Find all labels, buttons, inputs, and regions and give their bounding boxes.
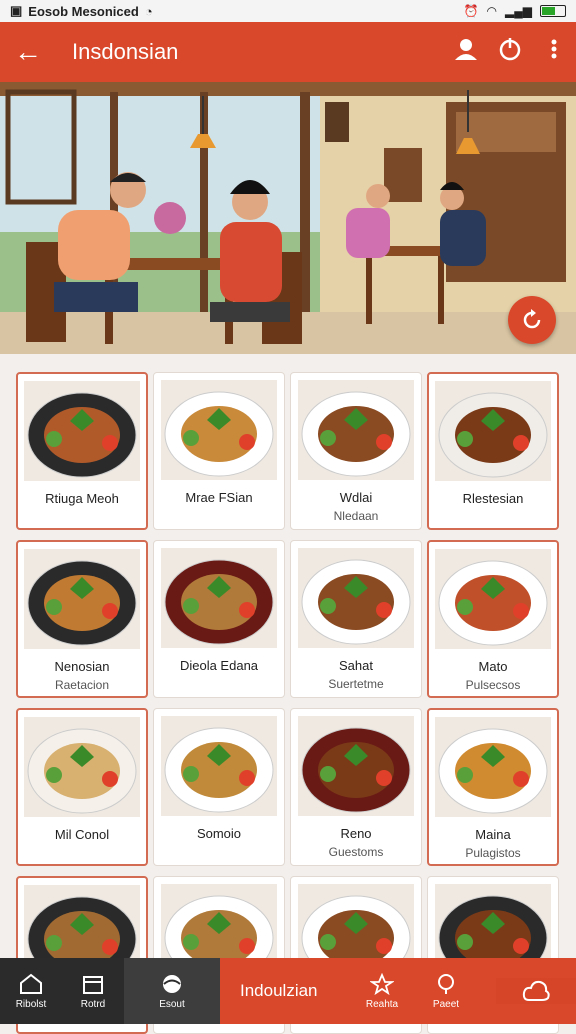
power-button[interactable] — [488, 36, 532, 68]
home-icon — [20, 973, 42, 994]
dish-image — [24, 717, 140, 817]
app-bar: ← Insdonsian — [0, 22, 576, 82]
dish-image — [298, 548, 414, 648]
user-icon — [455, 39, 477, 60]
dish-subtitle: Pulagistos — [465, 846, 521, 860]
dish-card[interactable]: Wdlai Nledaan — [290, 372, 422, 530]
dish-image — [435, 549, 551, 649]
refresh-button[interactable] — [508, 296, 556, 344]
dish-name: Dieola Edana — [179, 658, 259, 673]
dish-image — [298, 716, 414, 816]
dish-card[interactable]: Reno Guestoms — [290, 708, 422, 866]
dish-name: Reno — [340, 826, 372, 841]
dish-card[interactable]: Rtiuga Meoh — [16, 372, 148, 530]
dish-name: Rtiuga Meoh — [45, 491, 119, 506]
profile-button[interactable] — [444, 36, 488, 68]
nav-label-globe: Esout — [159, 998, 185, 1010]
status-right: ⏰ ◠ ▂▄▆ — [464, 4, 566, 18]
power-icon — [499, 38, 521, 61]
dish-card[interactable]: Rlestesian — [427, 372, 559, 530]
alarm-icon: ⏰ — [463, 4, 479, 18]
status-text: Eosob Mesoniced — [28, 3, 139, 19]
nav-item-cloud[interactable] — [496, 978, 576, 1004]
dish-card[interactable]: Mato Pulsecsos — [427, 540, 559, 698]
dish-name: Mato — [478, 659, 508, 674]
nav-label-pin: Paeet — [432, 998, 460, 1010]
nav-label-star: Reahta — [365, 998, 399, 1010]
signal-icon: ▂▄▆ — [505, 4, 532, 18]
dish-card[interactable]: Nenosian Raetacion — [16, 540, 148, 698]
dish-image — [435, 381, 551, 481]
wifi-icon: ◠ — [486, 4, 498, 18]
dish-name: Maina — [475, 827, 511, 842]
more-button[interactable] — [532, 36, 576, 68]
refresh-icon — [523, 309, 541, 329]
star-icon — [370, 972, 394, 995]
dish-name: Wdlai — [339, 490, 373, 505]
globe-icon — [163, 974, 181, 993]
dish-image — [161, 380, 277, 480]
dish-card[interactable]: Maina Pulagistos — [427, 708, 559, 866]
nav-item-star[interactable]: Reahta — [350, 972, 414, 1010]
dish-name: Mrae FSian — [185, 490, 253, 505]
status-bar: ▣ Eosob Mesoniced ◔ ⏰ ◠ ▂▄▆ — [0, 0, 576, 22]
restaurant-illustration — [0, 82, 576, 354]
nav-item-pin[interactable]: Paeet — [414, 973, 478, 1010]
cloud-icon — [522, 980, 550, 1001]
nav-label-home: Ribolst — [15, 998, 47, 1010]
bottom-nav: Ribolst Rotrd Esout Indoulzian Reahta Pa… — [0, 958, 576, 1024]
pin-icon — [438, 973, 454, 994]
dish-grid: Rtiuga Meoh Mrae FSian Wdlai Nledaan Rlestes… — [16, 372, 560, 1034]
dish-name: Somoio — [196, 826, 242, 841]
more-vert-icon — [551, 39, 557, 59]
nav-label-calendar: Rotrd — [80, 998, 106, 1010]
dish-subtitle: Suertetme — [328, 677, 384, 691]
dish-card[interactable]: Sahat Suertetme — [290, 540, 422, 698]
dish-subtitle: Nledaan — [333, 509, 379, 523]
dish-card[interactable]: Somoio — [153, 708, 285, 866]
page-title: Insdonsian — [72, 39, 179, 64]
dish-card[interactable]: Mrae FSian — [153, 372, 285, 530]
calendar-icon — [83, 975, 103, 994]
dish-image — [435, 717, 551, 817]
dish-image — [24, 549, 140, 649]
dish-image — [161, 716, 277, 816]
notification-icon: ▣ — [10, 3, 23, 18]
arrow-left-icon: ← — [14, 36, 42, 67]
status-left: ▣ Eosob Mesoniced ◔ — [10, 3, 153, 19]
dish-name: Rlestesian — [462, 491, 524, 506]
dish-name: Nenosian — [54, 659, 110, 674]
nav-item-globe[interactable]: Esout — [124, 958, 220, 1024]
nav-feature-label[interactable]: Indoulzian — [220, 981, 350, 1001]
battery-icon — [540, 5, 566, 17]
nav-feature-section: Indoulzian Reahta Paeet — [220, 958, 576, 1024]
sync-icon: ◔ — [144, 3, 153, 19]
dish-card[interactable]: Mil Conol — [16, 708, 148, 866]
dish-name: Sahat — [339, 658, 373, 673]
dish-card[interactable]: Dieola Edana — [153, 540, 285, 698]
dish-name: Mil Conol — [54, 827, 110, 842]
dish-image — [298, 380, 414, 480]
dish-subtitle: Pulsecsos — [465, 678, 521, 692]
dish-subtitle: Raetacion — [54, 678, 110, 692]
back-button[interactable]: ← — [0, 36, 56, 68]
hero-image — [0, 82, 576, 354]
nav-item-home[interactable]: Ribolst — [0, 958, 62, 1024]
nav-item-calendar[interactable]: Rotrd — [62, 958, 124, 1024]
dish-image — [161, 548, 277, 648]
dish-image — [24, 381, 140, 481]
dish-subtitle: Guestoms — [328, 845, 384, 859]
